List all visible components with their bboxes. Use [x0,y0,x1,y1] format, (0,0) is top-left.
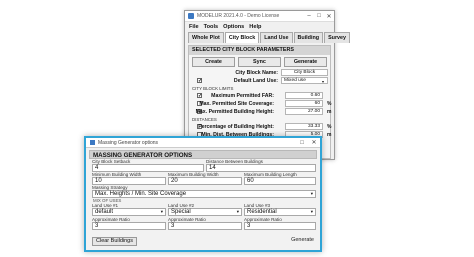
default-land-use-checkbox[interactable]: ✓ [197,78,202,84]
max-building-width-group: Maximum Building Width 20 [168,172,242,185]
chevron-down-icon: ▾ [310,209,313,214]
land-use-1-value: default [95,209,114,215]
city-block-name-label: City Block Name: [235,70,278,76]
max-building-height-input[interactable]: 27.00 [285,108,323,115]
default-land-use-value: Mixed use [284,78,306,83]
land-use-3-select[interactable]: Residential ▾ [244,208,316,216]
tab-land-use[interactable]: Land Use [260,32,293,43]
max-far-checkbox[interactable]: ✓ [197,93,202,99]
approx-ratio-3-input[interactable]: 3 [244,222,316,230]
generate-button[interactable]: Generate [284,57,327,67]
window-title: MODELUR 2021.4.0 - Demo License [197,13,280,19]
tab-bar: Whole Plot City Block Land Use Building … [185,32,351,43]
min-building-width-input[interactable]: 10 [92,177,166,185]
chevron-down-icon: ▾ [160,209,163,214]
max-far-label: Maximum Permitted FAR: [211,93,274,99]
menu-help[interactable]: Help [249,24,261,30]
max-building-length-group: Maximum Building Length 60 [244,172,316,185]
land-use-3-value: Residential [247,209,277,215]
land-use-1-select[interactable]: default ▾ [92,208,166,216]
tab-building[interactable]: Building [293,32,324,43]
city-block-name-input[interactable]: City Block [281,69,328,76]
maximize-icon[interactable]: □ [314,13,324,19]
close-icon[interactable]: ✕ [308,139,320,146]
chevron-down-icon: ▾ [321,79,324,84]
tab-whole-plot[interactable]: Whole Plot [188,32,224,43]
minimize-icon[interactable]: – [304,13,314,19]
chevron-down-icon: ▾ [310,191,313,196]
approx-ratio-2-input[interactable]: 3 [168,222,242,230]
chevron-down-icon: ▾ [236,209,239,214]
distance-between-buildings-input[interactable]: 14 [206,164,316,172]
pct-building-height-row: Percentage of Building Height: 33.33 % [189,123,332,131]
land-use-2-group: Land Use #2 Special ▾ [168,203,242,216]
percent-unit: % [327,101,332,107]
menu-tools[interactable]: Tools [204,24,219,30]
distance-between-buildings-group: Distance Between Buildings 14 [206,159,316,172]
close-icon[interactable]: ✕ [324,13,334,20]
menu-bar: File Tools Options Help [185,22,334,31]
generate-button[interactable]: Generate [288,237,317,246]
tab-city-block[interactable]: City Block [224,32,260,43]
max-building-length-input[interactable]: 60 [244,177,316,185]
massing-strategy-group: Massing Strategy Max. Heights / Min. Sit… [92,185,316,198]
section-title: MASSING GENERATOR OPTIONS [89,150,317,159]
approx-ratio-3-group: Approximate Ratio 3 [244,217,316,230]
land-use-1-group: Land Use #1 default ▾ [92,203,166,216]
max-site-coverage-row: Max. Permitted Site Coverage: 60 % [189,100,332,108]
approx-ratio-2-group: Approximate Ratio 3 [168,217,242,230]
land-use-2-value: Special [171,209,191,215]
title-bar: MODELUR 2021.4.0 - Demo License – □ ✕ [185,11,334,22]
section-title: SELECTED CITY BLOCK PARAMETERS [189,46,330,55]
meter-unit: m [327,132,332,138]
default-land-use-row: ✓ Default Land Use: Mixed use ▾ [189,77,330,85]
default-land-use-select[interactable]: Mixed use ▾ [281,77,328,84]
approx-ratio-1-group: Approximate Ratio 3 [92,217,166,230]
window-title: Massing Generator options [98,139,159,146]
menu-options[interactable]: Options [223,24,244,30]
city-block-setback-group: City Block Setback 4 [92,159,204,172]
meter-unit: m [327,109,332,115]
max-far-input[interactable]: 0.60 [285,92,323,99]
massing-strategy-value: Max. Heights / Min. Site Coverage [95,191,187,197]
app-icon [188,13,194,19]
city-block-setback-input[interactable]: 4 [92,164,204,172]
percent-unit: % [327,124,332,130]
menu-file[interactable]: File [189,24,199,30]
land-use-2-select[interactable]: Special ▾ [168,208,242,216]
land-use-3-group: Land Use #3 Residential ▾ [244,203,316,216]
max-building-width-input[interactable]: 20 [168,177,242,185]
pct-building-height-label: Percentage of Building Height: [198,124,274,130]
tab-survey[interactable]: Survey [324,32,351,43]
maximize-icon[interactable]: □ [296,140,308,146]
approx-ratio-1-input[interactable]: 3 [92,222,166,230]
app-icon [90,140,95,145]
min-building-width-group: Minimum Building Width 10 [92,172,166,185]
max-building-height-label: Max. Permitted Building Height: [195,109,274,115]
default-land-use-label: Default Land Use: [233,78,278,84]
pct-building-height-input[interactable]: 33.33 [285,123,323,130]
max-site-coverage-input[interactable]: 60 [285,100,323,107]
massing-strategy-select[interactable]: Max. Heights / Min. Site Coverage ▾ [92,190,316,198]
massing-generator-window: Massing Generator options □ ✕ MASSING GE… [84,136,322,252]
max-far-row: ✓ Maximum Permitted FAR: 0.60 [189,92,330,100]
max-building-height-row: ✓ Max. Permitted Building Height: 27.00 … [189,108,332,116]
clear-buildings-button[interactable]: Clear Buildings [92,237,137,246]
city-block-name-row: City Block Name: City Block [189,69,330,77]
sync-button[interactable]: Sync [238,57,281,67]
title-bar: Massing Generator options □ ✕ [86,138,320,148]
create-button[interactable]: Create [192,57,235,67]
max-site-coverage-label: Max. Permitted Site Coverage: [199,101,274,107]
